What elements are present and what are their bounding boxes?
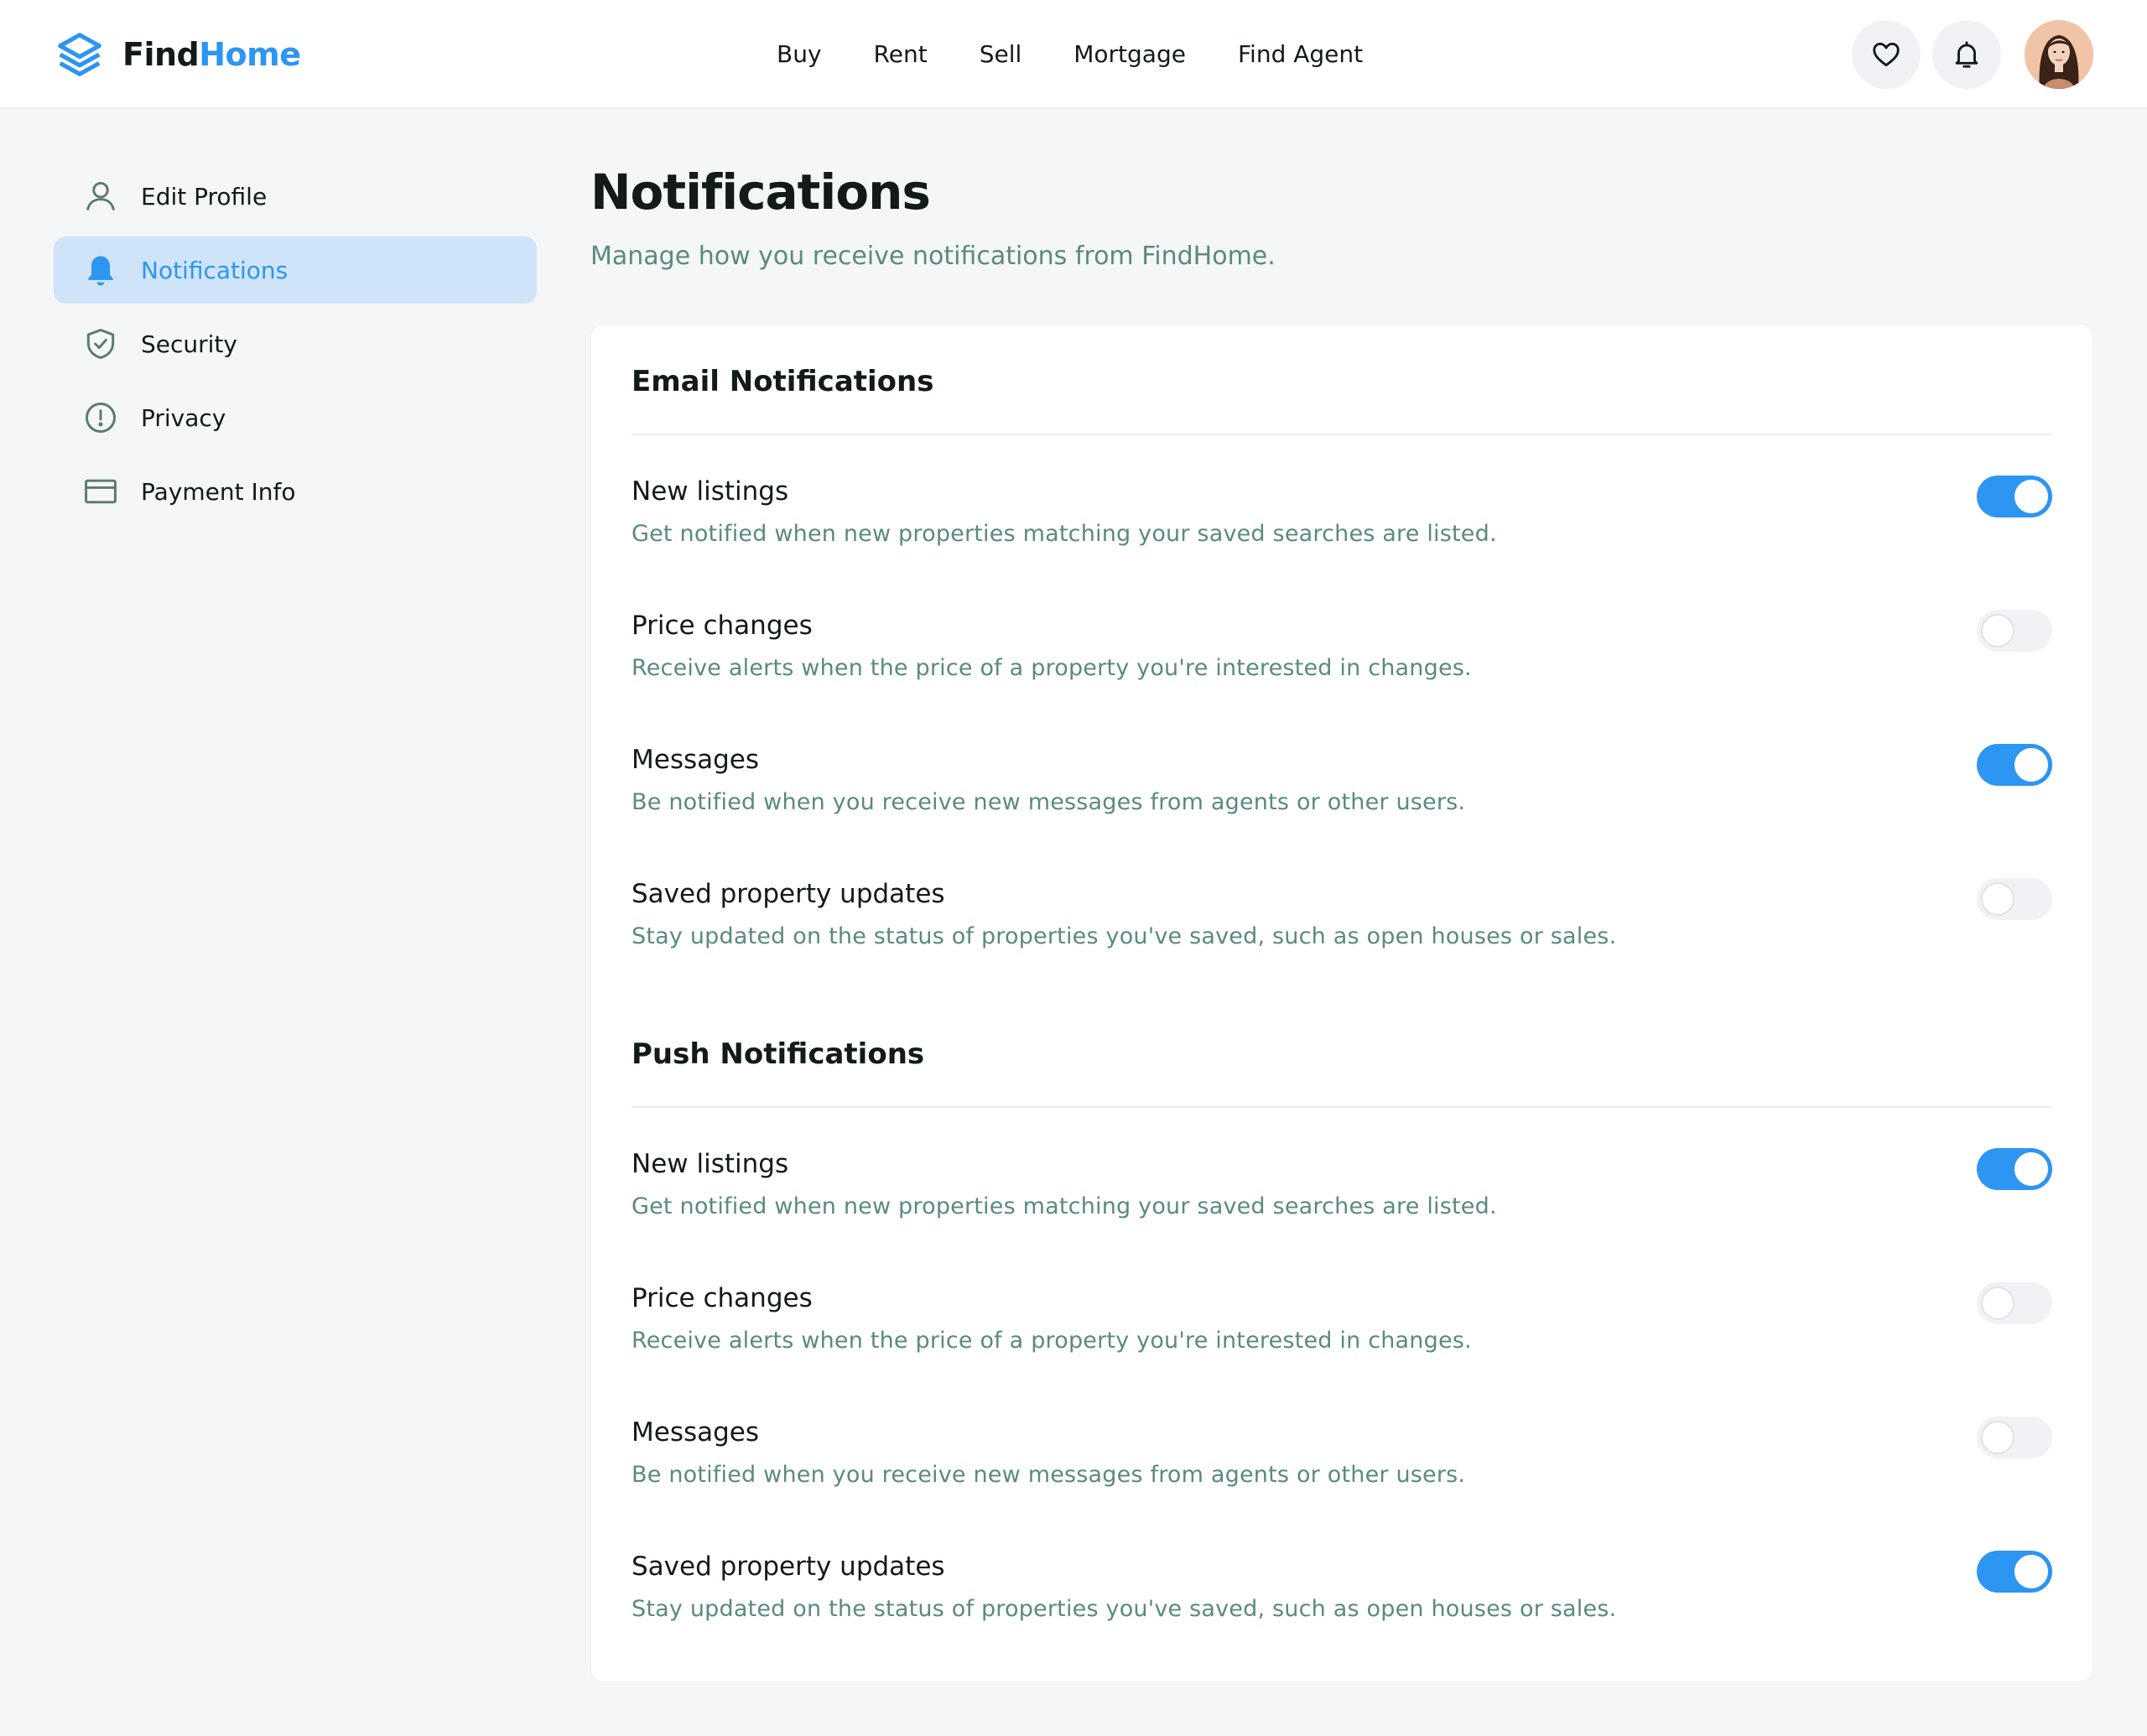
setting-description: Get notified when new properties matchin… (632, 521, 1497, 547)
favorites-button[interactable] (1852, 20, 1921, 89)
toggle-switch[interactable] (1977, 476, 2052, 517)
setting-row-email-saved-property-updates: Saved property updates Stay updated on t… (632, 866, 2052, 1001)
setting-description: Receive alerts when the price of a prope… (632, 1328, 1472, 1354)
nav-buy[interactable]: Buy (777, 35, 822, 74)
brand-logo[interactable]: FindHome (54, 27, 301, 82)
brand-name-find: Find (122, 36, 200, 73)
page-subtitle: Manage how you receive notifications fro… (590, 242, 1276, 271)
brand-name: FindHome (122, 36, 301, 73)
main-content: Notifications Manage how you receive not… (590, 163, 2093, 1682)
avatar[interactable] (2025, 20, 2093, 89)
toggle-knob (2014, 1152, 2048, 1186)
nav-rent[interactable]: Rent (874, 35, 928, 74)
setting-description: Be notified when you receive new message… (632, 1462, 1466, 1488)
setting-title: Saved property updates (632, 879, 945, 909)
bell-icon (82, 252, 119, 288)
nav-sell[interactable]: Sell (980, 35, 1022, 74)
toggle-knob (1981, 882, 2014, 916)
setting-description: Get notified when new properties matchin… (632, 1193, 1497, 1219)
toggle-switch[interactable] (1977, 610, 2052, 652)
setting-title: Saved property updates (632, 1551, 945, 1582)
toggle-knob (1981, 1421, 2014, 1454)
setting-title: Messages (632, 1417, 760, 1448)
push-notifications-section: Push Notifications New listings Get noti… (632, 1036, 2052, 1673)
layers-logo-icon (58, 33, 101, 76)
toggle-knob (2014, 480, 2048, 513)
setting-row-email-messages: Messages Be notified when you receive ne… (632, 732, 2052, 866)
nav-find-agent[interactable]: Find Agent (1238, 35, 1363, 74)
setting-row-push-messages: Messages Be notified when you receive ne… (632, 1405, 2052, 1539)
page-title: Notifications (590, 164, 931, 221)
setting-title: New listings (632, 476, 789, 507)
brand-name-home: Home (199, 36, 301, 73)
toggle-switch[interactable] (1977, 1282, 2052, 1324)
sidebar-item-notifications[interactable]: Notifications (54, 236, 537, 304)
setting-description: Be notified when you receive new message… (632, 789, 1466, 815)
user-avatar-icon (2025, 20, 2093, 89)
section-title: Push Notifications (632, 1036, 2052, 1108)
credit-card-icon (82, 473, 119, 510)
sidebar-item-privacy[interactable]: Privacy (54, 384, 537, 451)
toggle-switch[interactable] (1977, 1551, 2052, 1593)
section-title: Email Notifications (632, 325, 2052, 435)
toggle-switch[interactable] (1977, 878, 2052, 920)
sidebar-item-label: Edit Profile (141, 182, 268, 211)
user-icon (82, 178, 119, 215)
setting-row-push-new-listings: New listings Get notified when new prope… (632, 1136, 2052, 1271)
setting-description: Stay updated on the status of properties… (632, 1596, 1617, 1622)
setting-row-email-new-listings: New listings Get notified when new prope… (632, 464, 2052, 598)
setting-description: Stay updated on the status of properties… (632, 923, 1617, 949)
heart-icon (1873, 42, 1900, 67)
bell-icon (1955, 41, 1978, 68)
toggle-knob (2014, 1555, 2048, 1588)
settings-sidebar: Edit Profile Notifications Security Priv… (54, 163, 537, 532)
setting-row-email-price-changes: Price changes Receive alerts when the pr… (632, 598, 2052, 732)
notifications-button[interactable] (1932, 20, 2001, 89)
toggle-switch[interactable] (1977, 1148, 2052, 1190)
sidebar-item-payment-info[interactable]: Payment Info (54, 458, 537, 525)
setting-title: Messages (632, 745, 760, 775)
sidebar-item-label: Security (141, 330, 237, 358)
toggle-knob (1981, 1286, 2014, 1320)
sidebar-item-label: Payment Info (141, 477, 296, 506)
sidebar-item-security[interactable]: Security (54, 310, 537, 377)
sidebar-item-label: Privacy (141, 403, 226, 432)
toggle-knob (2014, 748, 2048, 782)
main-nav: Buy Rent Sell Mortgage Find Agent (777, 35, 1363, 74)
alert-circle-icon (82, 399, 119, 436)
nav-mortgage[interactable]: Mortgage (1074, 35, 1186, 74)
toggle-switch[interactable] (1977, 744, 2052, 786)
notifications-card: Email Notifications New listings Get not… (590, 324, 2093, 1682)
setting-title: Price changes (632, 1283, 813, 1313)
setting-title: Price changes (632, 611, 813, 641)
toggle-knob (1981, 614, 2014, 647)
sidebar-item-label: Notifications (141, 256, 289, 284)
setting-row-push-saved-property-updates: Saved property updates Stay updated on t… (632, 1539, 2052, 1673)
setting-row-push-price-changes: Price changes Receive alerts when the pr… (632, 1271, 2052, 1405)
setting-description: Receive alerts when the price of a prope… (632, 655, 1472, 681)
setting-title: New listings (632, 1149, 789, 1179)
shield-check-icon (82, 325, 119, 362)
email-notifications-section: Email Notifications New listings Get not… (632, 325, 2052, 1001)
toggle-switch[interactable] (1977, 1416, 2052, 1458)
top-header: FindHome Buy Rent Sell Mortgage Find Age… (0, 0, 2147, 109)
sidebar-item-edit-profile[interactable]: Edit Profile (54, 163, 537, 230)
